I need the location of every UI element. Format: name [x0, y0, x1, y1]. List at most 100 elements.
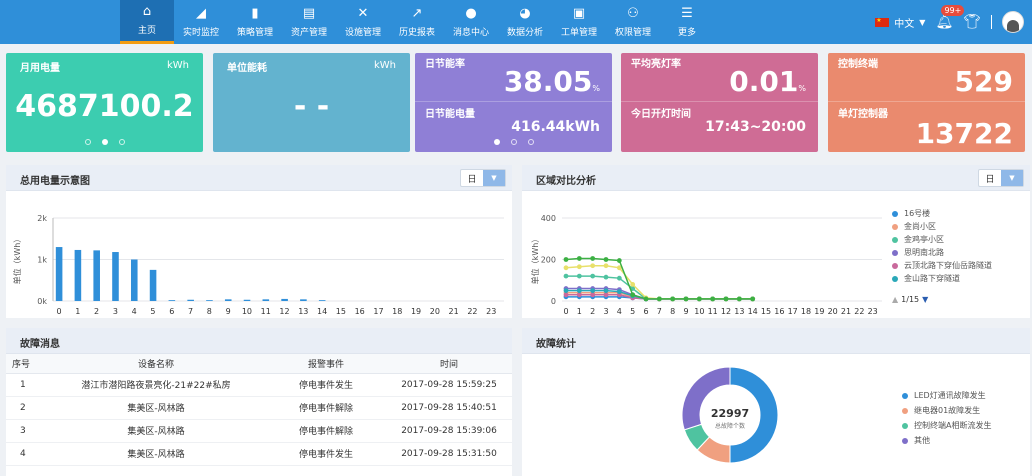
bar[interactable] — [224, 299, 232, 301]
prev-page-icon[interactable]: ▲ — [892, 295, 898, 304]
bar[interactable] — [149, 269, 157, 301]
series-point[interactable] — [563, 292, 569, 298]
nav-item-7[interactable]: ◕ 数据分析 — [498, 0, 552, 44]
series-point[interactable] — [563, 273, 569, 279]
bar[interactable] — [74, 249, 82, 301]
series-point[interactable] — [616, 258, 622, 263]
nav-item-4[interactable]: ✕ 设施管理 — [336, 0, 390, 44]
donut-slice[interactable] — [681, 366, 731, 431]
nav-item-2[interactable]: ▮ 策略管理 — [228, 0, 282, 44]
region-chart-panel: 区域对比分析 日 ▼ 400 200 0 单位（kWh） 0 1 2 3 4 5 6 7 8 9 10 11 1… — [522, 165, 1030, 328]
carousel-dot[interactable] — [118, 139, 125, 145]
nav-item-5[interactable]: ↗ 历史报表 — [390, 0, 444, 44]
x-tick-label: 20 — [828, 307, 838, 316]
nav-item-10[interactable]: ☰ 更多 — [660, 0, 714, 44]
table-row[interactable]: 1 潜江市潜阳路夜景亮化-21#22#私房 停电事件发生 2017-09-28 15:… — [6, 373, 512, 397]
nav-item-3[interactable]: ▤ 资产管理 — [282, 0, 336, 44]
avatar[interactable] — [1002, 11, 1024, 33]
x-tick-label: 1 — [577, 307, 582, 316]
card-unit: kWh — [373, 60, 396, 71]
shirt-icon[interactable]: 👕︎ — [963, 14, 981, 30]
legend-item[interactable]: 控制终端A相断流发生 — [902, 418, 991, 433]
carousel-dot[interactable] — [527, 139, 534, 145]
series-point[interactable] — [576, 256, 582, 261]
saving-rate-title: 日节能率 — [425, 59, 465, 70]
series-point[interactable] — [750, 296, 756, 302]
legend-item[interactable]: LED灯通讯故障发生 — [902, 388, 991, 403]
table-row[interactable]: 3 集美区-风林路 停电事件解除 2017-09-28 15:39:06 — [6, 419, 512, 443]
series-point[interactable] — [563, 257, 569, 262]
nav-item-1[interactable]: ◢ 实时监控 — [174, 0, 228, 44]
legend-item[interactable]: 金鸡亭小区 — [892, 233, 992, 246]
legend-swatch — [892, 275, 898, 282]
series-point[interactable] — [723, 296, 729, 302]
series-point[interactable] — [563, 288, 569, 294]
legend-item[interactable]: 云顶北路下穿仙岳路隧道 — [892, 259, 992, 272]
series-point[interactable] — [603, 292, 609, 298]
series-point[interactable] — [590, 288, 596, 294]
carousel-dot-active[interactable] — [493, 139, 500, 145]
nav-item-6[interactable]: ● 消息中心 — [444, 0, 498, 44]
bar[interactable] — [281, 298, 288, 301]
nav-item-8[interactable]: ▣ 工单管理 — [552, 0, 606, 44]
x-tick-label: 8 — [670, 307, 675, 316]
series-point[interactable] — [710, 296, 716, 302]
series-point[interactable] — [736, 296, 742, 302]
series-point[interactable] — [643, 296, 649, 302]
carousel-dot-active[interactable] — [101, 139, 108, 145]
bar[interactable] — [243, 299, 251, 301]
table-row[interactable]: 4 集美区-风林路 停电事件发生 2017-09-28 15:31:50 — [6, 442, 512, 466]
bar[interactable] — [168, 300, 176, 301]
series-point[interactable] — [603, 257, 609, 262]
bar[interactable] — [112, 252, 119, 301]
table-cell: 集美区-风林路 — [46, 442, 266, 466]
language-selector[interactable]: 中文 ▼ — [875, 15, 925, 30]
series-point[interactable] — [603, 263, 609, 269]
bar[interactable] — [55, 247, 63, 301]
bell-icon: 🔔︎ — [935, 14, 954, 30]
series-point[interactable] — [576, 273, 582, 279]
legend-item[interactable]: 思明南北路 — [892, 246, 992, 259]
legend-item[interactable]: 金山路下穿隧道 — [892, 272, 992, 285]
series-point[interactable] — [590, 263, 596, 269]
legend-item[interactable]: 其他 — [902, 433, 991, 448]
legend-item[interactable]: 金尚小区 — [892, 220, 992, 233]
bar[interactable] — [300, 299, 307, 301]
series-point[interactable] — [603, 274, 609, 280]
notification-button[interactable]: 🔔︎ 99+ — [935, 5, 965, 30]
table-row[interactable]: 2 集美区-风林路 停电事件解除 2017-09-28 15:40:51 — [6, 396, 512, 420]
bar[interactable] — [318, 300, 326, 301]
series-point[interactable] — [616, 275, 622, 281]
period-select[interactable]: 日 ▼ — [460, 169, 506, 187]
series-point[interactable] — [576, 292, 582, 298]
card-title: 单位能耗 — [227, 63, 267, 74]
series-point[interactable] — [590, 256, 596, 261]
series-point[interactable] — [590, 292, 596, 298]
bar[interactable] — [130, 259, 138, 302]
series-point[interactable] — [630, 292, 636, 298]
series-point[interactable] — [630, 282, 636, 287]
series-point[interactable] — [576, 264, 582, 270]
table-cell: 集美区-风林路 — [46, 419, 266, 443]
series-point[interactable] — [590, 273, 596, 279]
carousel-dot[interactable] — [510, 139, 517, 145]
bar[interactable] — [206, 300, 213, 301]
series-point[interactable] — [696, 296, 702, 302]
series-point[interactable] — [616, 289, 622, 295]
bar[interactable] — [187, 299, 194, 301]
series-point[interactable] — [563, 265, 569, 271]
nav-item-9[interactable]: ⚇ 权限管理 — [606, 0, 660, 44]
bar[interactable] — [262, 299, 270, 301]
period-select[interactable]: 日 ▼ — [978, 169, 1024, 187]
bar[interactable] — [93, 250, 100, 301]
carousel-dot[interactable] — [84, 139, 91, 145]
series-point[interactable] — [656, 296, 662, 302]
legend-item[interactable]: 继电器01故障发生 — [902, 403, 991, 418]
series-point[interactable] — [603, 288, 609, 294]
next-page-icon[interactable]: ▼ — [922, 295, 928, 304]
series-point[interactable] — [576, 288, 582, 294]
nav-item-0[interactable]: ⌂ 主页 — [120, 0, 174, 44]
series-point[interactable] — [670, 296, 676, 302]
series-point[interactable] — [683, 296, 689, 302]
legend-item[interactable]: 16号楼 — [892, 207, 992, 220]
